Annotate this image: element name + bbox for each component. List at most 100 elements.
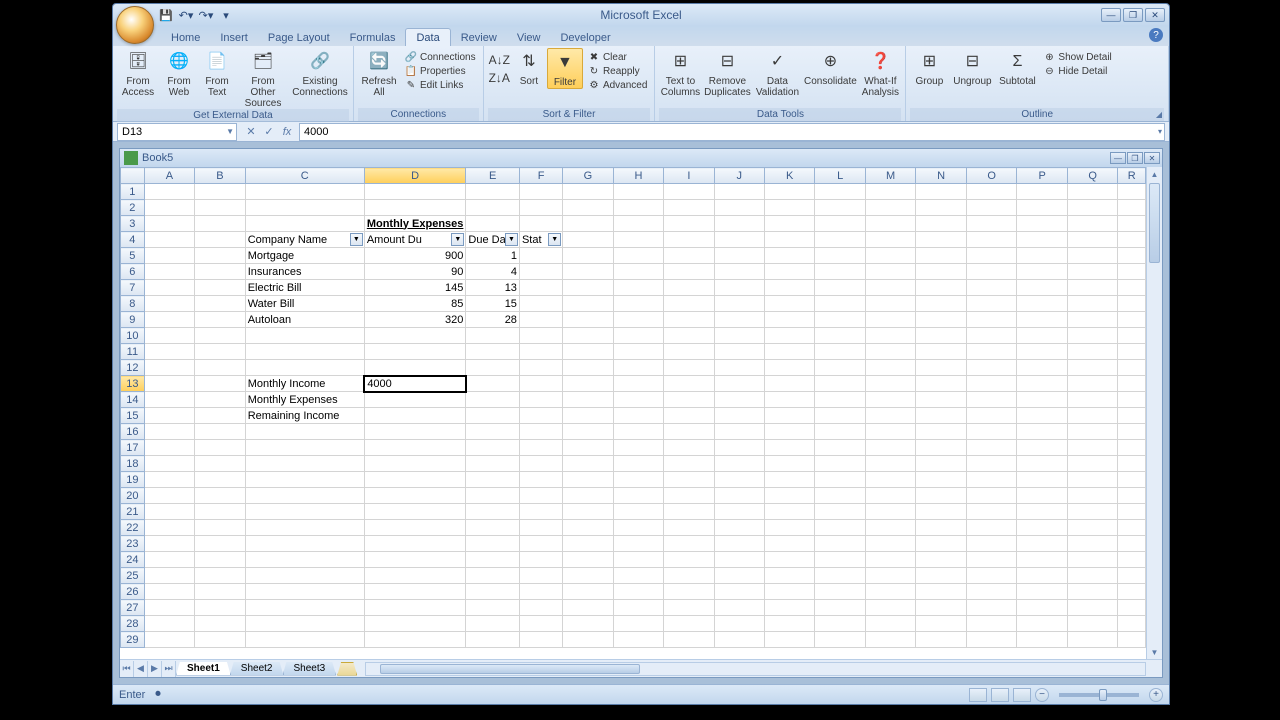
cell[interactable]	[714, 456, 764, 472]
connections-button[interactable]: 🔗Connections	[402, 50, 479, 64]
cell[interactable]	[664, 456, 714, 472]
cell[interactable]	[466, 456, 520, 472]
cell[interactable]	[714, 632, 764, 648]
cell[interactable]	[195, 520, 245, 536]
cell[interactable]	[1017, 264, 1067, 280]
clear-button[interactable]: ✖Clear	[585, 50, 650, 64]
cell[interactable]	[364, 360, 466, 376]
cell[interactable]	[364, 424, 466, 440]
cell[interactable]	[1017, 216, 1067, 232]
cell[interactable]	[466, 520, 520, 536]
cell[interactable]	[865, 520, 916, 536]
cell[interactable]	[764, 568, 814, 584]
cell[interactable]	[195, 488, 245, 504]
cell[interactable]	[613, 424, 664, 440]
cell[interactable]	[764, 200, 814, 216]
cell[interactable]	[1067, 488, 1118, 504]
cell[interactable]	[1067, 584, 1118, 600]
cell[interactable]	[613, 200, 664, 216]
cell[interactable]	[815, 232, 865, 248]
cell[interactable]	[466, 424, 520, 440]
cell[interactable]	[865, 632, 916, 648]
cell[interactable]	[865, 232, 916, 248]
cell[interactable]	[966, 408, 1017, 424]
row-header[interactable]: 2	[121, 200, 145, 216]
cell[interactable]	[1017, 424, 1067, 440]
cell[interactable]	[1067, 552, 1118, 568]
cell[interactable]	[865, 216, 916, 232]
cell[interactable]	[364, 344, 466, 360]
cell[interactable]	[613, 552, 664, 568]
cell[interactable]	[245, 184, 364, 200]
cell[interactable]	[966, 360, 1017, 376]
cell[interactable]	[1067, 632, 1118, 648]
cell[interactable]	[764, 520, 814, 536]
cell[interactable]	[364, 408, 466, 424]
cell[interactable]	[144, 472, 194, 488]
cell[interactable]	[714, 184, 764, 200]
cell[interactable]	[714, 488, 764, 504]
cell[interactable]	[364, 584, 466, 600]
cell[interactable]	[144, 392, 194, 408]
text-to-columns-button[interactable]: ⊞Text to Columns	[659, 48, 701, 98]
cell[interactable]	[1067, 456, 1118, 472]
cell[interactable]	[1017, 568, 1067, 584]
cell[interactable]	[1017, 296, 1067, 312]
cell[interactable]	[195, 296, 245, 312]
cell[interactable]	[966, 376, 1017, 392]
cell[interactable]	[815, 584, 865, 600]
cell[interactable]	[1017, 600, 1067, 616]
cell[interactable]	[563, 232, 614, 248]
expand-formula-icon[interactable]: ▾	[1158, 127, 1162, 136]
cell[interactable]	[764, 344, 814, 360]
sort-az-button[interactable]: A↓Z	[488, 52, 511, 68]
cell[interactable]	[815, 216, 865, 232]
cell[interactable]	[519, 456, 562, 472]
cell[interactable]	[714, 584, 764, 600]
cell[interactable]	[466, 536, 520, 552]
cell[interactable]	[466, 488, 520, 504]
cell[interactable]	[519, 280, 562, 296]
cell[interactable]	[519, 504, 562, 520]
cell[interactable]	[1118, 312, 1146, 328]
cell[interactable]	[865, 456, 916, 472]
maximize-button[interactable]: ❐	[1123, 8, 1143, 22]
cell[interactable]	[865, 616, 916, 632]
cell[interactable]	[966, 616, 1017, 632]
cell[interactable]	[966, 328, 1017, 344]
row-header[interactable]: 16	[121, 424, 145, 440]
cell[interactable]	[1118, 456, 1146, 472]
cell[interactable]	[1118, 472, 1146, 488]
cell[interactable]	[966, 552, 1017, 568]
cell[interactable]	[764, 376, 814, 392]
cell[interactable]	[1017, 520, 1067, 536]
cell[interactable]	[466, 440, 520, 456]
cell[interactable]: 145	[364, 280, 466, 296]
cell[interactable]	[563, 264, 614, 280]
cell[interactable]	[1118, 232, 1146, 248]
cell[interactable]	[519, 264, 562, 280]
cell[interactable]	[815, 536, 865, 552]
cell[interactable]	[966, 200, 1017, 216]
cell[interactable]	[1017, 184, 1067, 200]
cell[interactable]	[245, 360, 364, 376]
cell[interactable]	[1017, 472, 1067, 488]
cell[interactable]	[815, 488, 865, 504]
cell[interactable]	[519, 360, 562, 376]
cell[interactable]: 15	[466, 296, 520, 312]
row-header[interactable]: 5	[121, 248, 145, 264]
cell[interactable]	[563, 600, 614, 616]
cell[interactable]	[245, 584, 364, 600]
cell[interactable]	[195, 456, 245, 472]
cell[interactable]	[664, 296, 714, 312]
cell[interactable]	[563, 200, 614, 216]
column-header[interactable]: J	[714, 168, 764, 184]
cell[interactable]	[1118, 440, 1146, 456]
cell[interactable]	[245, 536, 364, 552]
cell[interactable]	[466, 568, 520, 584]
cell[interactable]	[1118, 216, 1146, 232]
cell[interactable]	[613, 600, 664, 616]
from-access-button[interactable]: 🗄From Access	[117, 48, 159, 98]
column-header[interactable]: K	[764, 168, 814, 184]
cell[interactable]	[1017, 280, 1067, 296]
